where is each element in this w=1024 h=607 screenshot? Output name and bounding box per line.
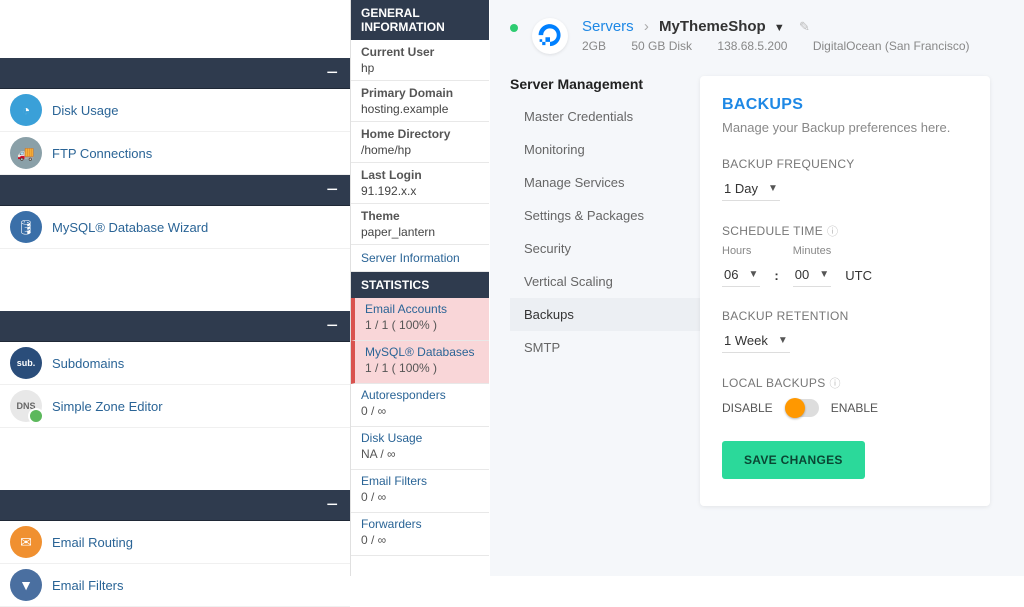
enable-label: ENABLE xyxy=(831,401,878,415)
timezone-label: UTC xyxy=(845,268,872,287)
nav-item-backups[interactable]: Backups xyxy=(510,298,700,331)
stat-row: Forwarders0 / ∞ xyxy=(351,513,489,556)
backup-retention-label: BACKUP RETENTION xyxy=(722,309,968,323)
cpanel-item-label: Email Routing xyxy=(52,535,133,550)
local-backups-label: LOCAL BACKUPSⓘ xyxy=(722,375,968,391)
cpanel-item-subdomains[interactable]: sub. Subdomains xyxy=(0,342,350,385)
card-subtitle: Manage your Backup preferences here. xyxy=(722,120,968,135)
general-info-header: GENERAL INFORMATION xyxy=(351,0,489,40)
ftp-connections-icon: 🚚 xyxy=(10,137,42,169)
info-icon[interactable]: ⓘ xyxy=(830,378,841,390)
nav-item-settings-packages[interactable]: Settings & Packages xyxy=(510,199,700,232)
info-row: Primary Domainhosting.example xyxy=(351,81,489,122)
backup-frequency-label: BACKUP FREQUENCY xyxy=(722,157,968,171)
digitalocean-logo-icon xyxy=(532,18,568,54)
email-routing-icon: ✉ xyxy=(10,526,42,558)
cpanel-item-label: Disk Usage xyxy=(52,103,118,118)
cpanel-item-label: Email Filters xyxy=(52,578,124,593)
stat-row: Email Filters0 / ∞ xyxy=(351,470,489,513)
stat-row: Autoresponders0 / ∞ xyxy=(351,384,489,427)
cloudways-panel: Servers › MyThemeShop ▼ ✎ 2GB 50 GB Disk… xyxy=(490,0,1024,576)
minus-icon: − xyxy=(326,500,338,510)
cpanel-item-simple-zone-editor[interactable]: DNS Simple Zone Editor xyxy=(0,385,350,428)
subdomains-icon: sub. xyxy=(10,347,42,379)
card-title: BACKUPS xyxy=(722,96,968,114)
minus-icon: − xyxy=(326,185,338,195)
section-collapse-bar[interactable]: − xyxy=(0,311,350,342)
chevron-down-icon[interactable]: ▼ xyxy=(774,22,785,34)
mysql-db-wizard-icon: 🛢 xyxy=(10,211,42,243)
section-collapse-bar[interactable]: − xyxy=(0,58,350,89)
minus-icon: − xyxy=(326,68,338,78)
info-icon[interactable]: ⓘ xyxy=(827,226,838,238)
section-collapse-bar[interactable]: − xyxy=(0,490,350,521)
server-meta: 2GB 50 GB Disk 138.68.5.200 DigitalOcean… xyxy=(582,39,992,53)
simple-zone-editor-icon: DNS xyxy=(10,390,42,422)
cpanel-right-column: GENERAL INFORMATIONCurrent UserhpPrimary… xyxy=(350,0,489,576)
server-management-nav: Server Management Master CredentialsMoni… xyxy=(510,76,700,506)
backup-frequency-dropdown[interactable]: 1 Day▼ xyxy=(722,179,780,201)
server-information-link[interactable]: Server Information xyxy=(351,245,489,272)
disk-usage-icon: ◔ xyxy=(10,94,42,126)
breadcrumb-server-name[interactable]: MyThemeShop xyxy=(659,18,766,35)
cpanel-item-label: MySQL® Database Wizard xyxy=(52,220,208,235)
minus-icon: − xyxy=(326,321,338,331)
email-filters-icon: ▼ xyxy=(10,569,42,601)
statistics-header: STATISTICS xyxy=(351,272,489,298)
nav-item-security[interactable]: Security xyxy=(510,232,700,265)
chevron-down-icon: ▼ xyxy=(768,183,778,194)
status-dot-icon xyxy=(510,24,518,32)
cpanel-left-column: − ◔ Disk Usage 🚚 FTP Connections − 🛢 MySQL® Dat… xyxy=(0,0,350,576)
disable-label: DISABLE xyxy=(722,401,773,415)
breadcrumb: Servers › MyThemeShop ▼ ✎ xyxy=(582,18,992,35)
nav-item-master-credentials[interactable]: Master Credentials xyxy=(510,100,700,133)
save-changes-button[interactable]: SAVE CHANGES xyxy=(722,441,865,479)
section-collapse-bar[interactable]: − xyxy=(0,175,350,206)
info-row: Current Userhp xyxy=(351,40,489,81)
stat-row: Email Accounts1 / 1 ( 100% ) xyxy=(351,298,489,341)
cpanel-item-ftp-connections[interactable]: 🚚 FTP Connections xyxy=(0,132,350,175)
cpanel-item-label: FTP Connections xyxy=(52,146,152,161)
backup-retention-dropdown[interactable]: 1 Week▼ xyxy=(722,331,790,353)
cpanel-item-email-filters[interactable]: ▼ Email Filters xyxy=(0,564,350,607)
nav-item-smtp[interactable]: SMTP xyxy=(510,331,700,364)
stat-row: MySQL® Databases1 / 1 ( 100% ) xyxy=(351,341,489,384)
local-backups-toggle[interactable] xyxy=(785,399,819,417)
minutes-dropdown[interactable]: 00▼ xyxy=(793,265,831,287)
stat-row: Disk UsageNA / ∞ xyxy=(351,427,489,470)
cpanel-item-label: Subdomains xyxy=(52,356,124,371)
nav-heading: Server Management xyxy=(510,76,700,92)
backups-card: BACKUPS Manage your Backup preferences h… xyxy=(700,76,990,506)
edit-icon[interactable]: ✎ xyxy=(799,19,810,34)
info-row: Last Login91.192.x.x xyxy=(351,163,489,204)
nav-item-monitoring[interactable]: Monitoring xyxy=(510,133,700,166)
breadcrumb-servers-link[interactable]: Servers xyxy=(582,18,634,35)
schedule-time-label: SCHEDULE TIMEⓘ xyxy=(722,223,968,239)
cpanel-item-mysql-db-wizard[interactable]: 🛢 MySQL® Database Wizard xyxy=(0,206,350,249)
info-row: Home Directory/home/hp xyxy=(351,122,489,163)
nav-item-manage-services[interactable]: Manage Services xyxy=(510,166,700,199)
cpanel-item-disk-usage[interactable]: ◔ Disk Usage xyxy=(0,89,350,132)
nav-item-vertical-scaling[interactable]: Vertical Scaling xyxy=(510,265,700,298)
cpanel-item-label: Simple Zone Editor xyxy=(52,399,163,414)
cpanel-item-email-routing[interactable]: ✉ Email Routing xyxy=(0,521,350,564)
hours-dropdown[interactable]: 06▼ xyxy=(722,265,760,287)
info-row: Themepaper_lantern xyxy=(351,204,489,245)
